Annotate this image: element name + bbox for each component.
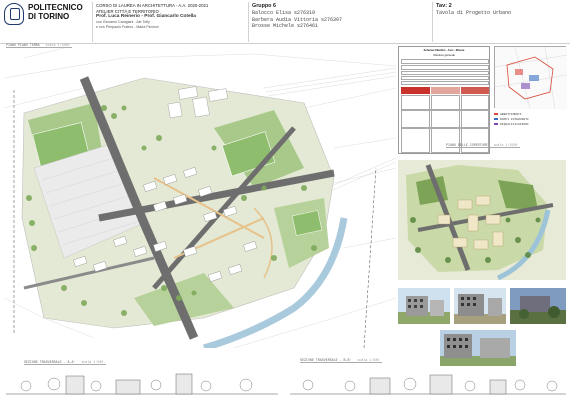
master-plan-drawing: [4, 48, 396, 348]
key-map-legend: ABBATTIMENTI NUOVI INTERVENTI RIQUALIFIC…: [494, 112, 566, 127]
sheet-number: Tav: 2: [436, 3, 452, 9]
table-column: [401, 95, 430, 153]
render-image-1: [398, 288, 450, 324]
title-block: POLITECNICO DI TORINO CORSO DI LAUREA IN…: [0, 0, 570, 44]
university-seal-icon: [4, 3, 24, 25]
aerial-scale: scala 1:2500: [493, 143, 518, 147]
demolition-area: [515, 69, 523, 75]
new-intervention-area: [529, 75, 539, 81]
sheet-info: Tav: 2 Tavola di Progetto Urbano: [436, 3, 566, 17]
axis-header: [431, 87, 460, 94]
objectives-table: Schema Obiettivi - Assi - Misure Obietti…: [398, 46, 490, 154]
requalification-area: [521, 83, 530, 89]
section-2-title: SEZIONE TRASVERSALE - B-B': [300, 358, 352, 362]
section-2-label: SEZIONE TRASVERSALE - B-B' scala 1:500: [300, 358, 383, 363]
table-divider: [401, 127, 489, 129]
legend-swatch-red: [494, 112, 498, 116]
plan-title: PIANO PIANO TERRA: [6, 43, 40, 47]
legend-label: RIQUALIFICAZIONI: [500, 123, 529, 126]
divider: [432, 2, 433, 42]
section-1-title: SEZIONE TRASVERSALE - A-A': [24, 360, 76, 364]
table-cell: [401, 76, 489, 80]
section-svg: [6, 373, 278, 395]
master-plan-svg: [4, 48, 396, 348]
table-subtitle: Obiettivo generale: [433, 54, 455, 57]
render-svg: [510, 288, 566, 324]
section-drawing-2: [290, 368, 566, 398]
key-map-svg: [495, 47, 567, 109]
legend-label: NUOVI INTERVENTI: [500, 118, 529, 121]
sheet-title: Tavola di Progetto Urbano: [436, 10, 512, 16]
plan-scale: scala 1:1000: [45, 43, 70, 47]
render-svg: [454, 288, 506, 324]
tutors-line-2: e con Pierpaolo Fratino - Maria Piccioni: [96, 25, 159, 30]
table-divider: [401, 109, 489, 111]
axis-header: [461, 87, 489, 94]
divider: [92, 2, 93, 42]
university-name: POLITECNICO DI TORINO: [28, 3, 83, 21]
roof-plan-view: [398, 160, 566, 280]
section-svg: [290, 374, 566, 395]
render-svg: [398, 288, 450, 324]
render-image-3: [510, 288, 566, 324]
render-image-2: [454, 288, 506, 324]
divider: [248, 2, 249, 42]
section-2-scale: scala 1:500: [357, 358, 380, 362]
legend-swatch-blue: [494, 117, 498, 121]
roof-plan-svg: [398, 160, 566, 280]
legend-item: RIQUALIFICAZIONI: [494, 122, 566, 127]
group-info: Gruppo 6 Balocco Elisa s276319 Barbera A…: [252, 3, 422, 29]
table-title: Schema Obiettivi - Assi - Misure: [423, 49, 465, 52]
render-svg: [440, 330, 516, 366]
table-cell: [401, 81, 489, 85]
legend-label: ABBATTIMENTI: [500, 113, 522, 116]
aerial-title: PIANO DELLE COPERTURE: [446, 143, 488, 147]
table-cell: [401, 71, 489, 75]
legend-swatch-purple: [494, 122, 498, 126]
render-image-4: [440, 330, 516, 366]
section-1-label: SEZIONE TRASVERSALE - A-A' scala 1:500: [24, 360, 107, 365]
section-1-scale: scala 1:500: [81, 360, 104, 364]
course-info: CORSO DI LAUREA IN ARCHITETTURA - A.A. 2…: [96, 3, 246, 31]
key-map: [494, 46, 567, 109]
section-drawing-1: [6, 368, 278, 398]
axis-header-red: [401, 87, 430, 94]
table-cell: [401, 65, 489, 70]
group-title: Gruppo 6: [252, 3, 276, 9]
member: Brosse Michele s276461: [252, 22, 319, 29]
aerial-label: PIANO DELLE COPERTURE scala 1:2500: [446, 143, 521, 148]
table-cell: [401, 59, 489, 64]
